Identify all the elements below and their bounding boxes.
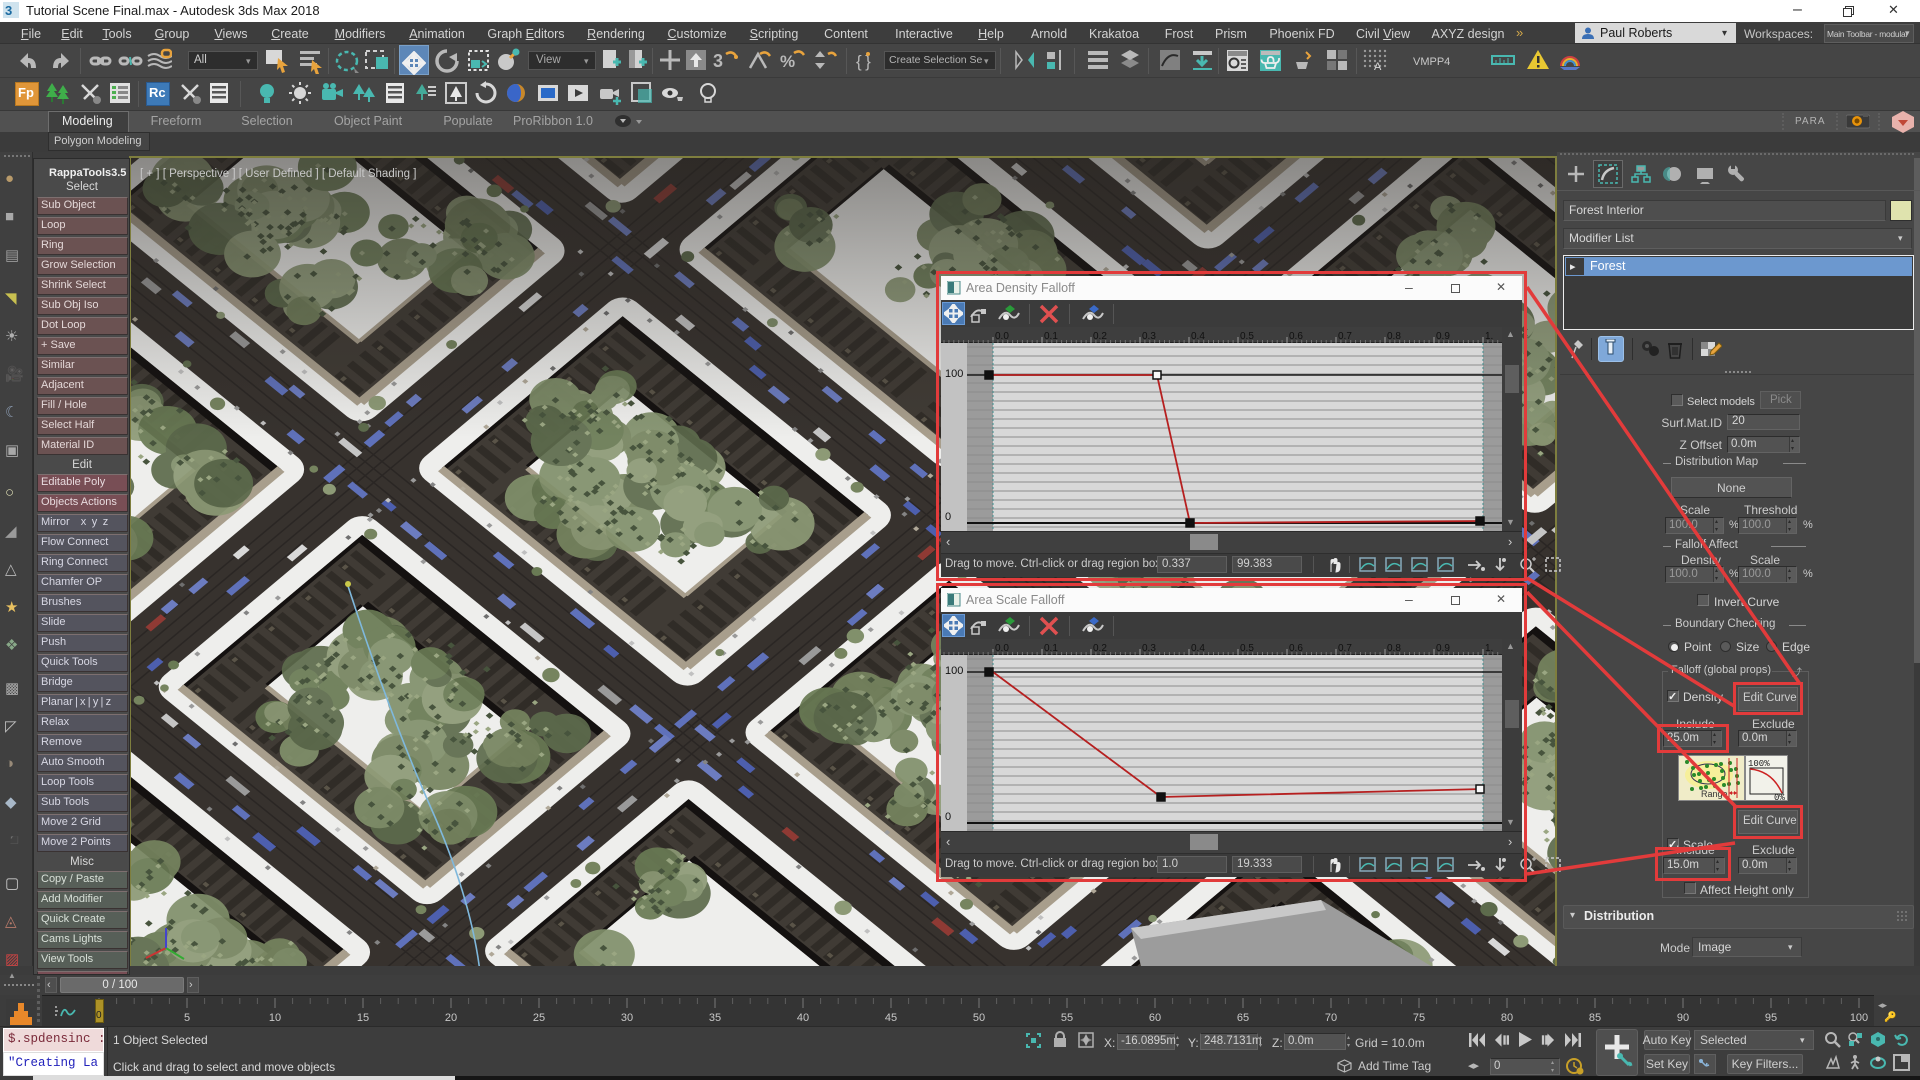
svg-text:75: 75 [1413, 1012, 1425, 1024]
svg-text:0%: 0% [1774, 793, 1785, 800]
svg-text:60: 60 [1149, 1012, 1161, 1024]
svg-text:50: 50 [973, 1012, 985, 1024]
svg-text:35: 35 [709, 1012, 721, 1024]
svg-text:%: % [780, 52, 795, 71]
svg-text:Range: Range [1701, 789, 1728, 799]
svg-text:30: 30 [621, 1012, 633, 1024]
svg-text:40: 40 [797, 1012, 809, 1024]
svg-text:45: 45 [885, 1012, 897, 1024]
svg-text:25: 25 [533, 1012, 545, 1024]
svg-text:15: 15 [357, 1012, 369, 1024]
svg-text:A: A [1374, 61, 1382, 73]
svg-text:20: 20 [445, 1012, 457, 1024]
svg-text:10: 10 [269, 1012, 281, 1024]
svg-text:80: 80 [1501, 1012, 1513, 1024]
svg-text:65: 65 [1237, 1012, 1249, 1024]
svg-text:[ + ] [ Perspective ] [ User D: [ + ] [ Perspective ] [ User Defined ] [… [140, 168, 416, 180]
svg-text:3: 3 [5, 3, 12, 18]
svg-text:3: 3 [713, 51, 723, 71]
svg-text:95: 95 [1765, 1012, 1777, 1024]
svg-text:70: 70 [1325, 1012, 1337, 1024]
svg-text:5: 5 [184, 1012, 190, 1024]
svg-text:100: 100 [1850, 1012, 1868, 1024]
svg-text:55: 55 [1061, 1012, 1073, 1024]
svg-text:85: 85 [1589, 1012, 1601, 1024]
svg-text:90: 90 [1677, 1012, 1689, 1024]
